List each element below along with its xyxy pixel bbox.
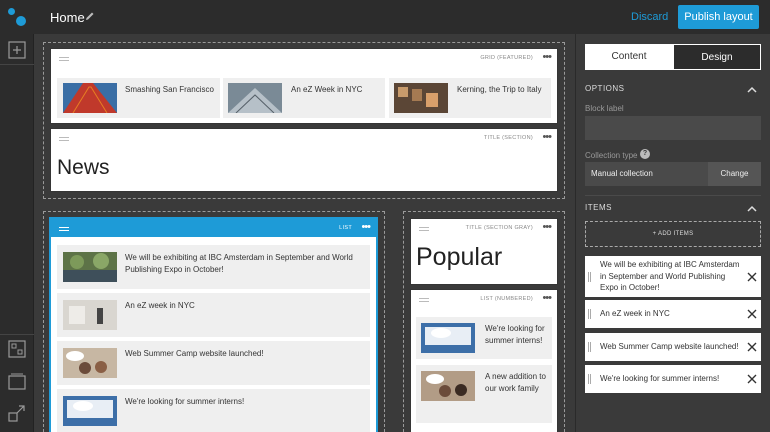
more-options-icon[interactable]: ••• [542, 132, 552, 143]
list-block[interactable]: LIST ••• We will be exhibiting at IBC Am… [51, 219, 376, 432]
add-block-icon[interactable] [8, 41, 26, 59]
list-numbered-block[interactable]: LIST (NUMBERED) ••• We're looking for su… [411, 290, 557, 432]
section-title: Popular [416, 243, 503, 271]
list-item[interactable]: An eZ week in NYC [57, 293, 370, 337]
block-type-label: LIST [339, 225, 352, 231]
grid-card-title: Smashing San Francisco [125, 85, 214, 94]
layers-icon[interactable] [8, 372, 26, 390]
edit-title-icon[interactable] [84, 10, 96, 22]
section-title: News [57, 156, 110, 179]
change-collection-button[interactable]: Change [708, 162, 761, 186]
thumbnail-image [228, 83, 282, 113]
more-options-icon[interactable]: ••• [542, 52, 552, 63]
collection-item-title: An eZ week in NYC [600, 309, 670, 318]
thumbnail-image [63, 252, 117, 282]
block-label-input[interactable] [585, 116, 761, 140]
list-item[interactable]: We will be exhibiting at IBC Amsterdam i… [57, 245, 370, 289]
grid-featured-block[interactable]: GRID (FEATURED) ••• Smashing San Francis… [51, 49, 557, 123]
page-title: Home [50, 10, 85, 25]
list-item[interactable]: A new addition to our work family [416, 365, 552, 423]
tab-content[interactable]: Content [585, 44, 673, 70]
collection-item-title: We will be exhibiting at IBC Amsterdam i… [600, 260, 740, 292]
list-item[interactable]: We're looking for summer interns! [57, 389, 370, 432]
items-section-label: ITEMS [585, 203, 612, 212]
title-section-block[interactable]: TITLE (SECTION) ••• News [51, 129, 557, 191]
list-item-title: A new addition to our work family [485, 372, 546, 393]
list-item-title: We're looking for summer interns! [485, 324, 545, 345]
remove-item-icon[interactable] [747, 374, 757, 384]
top-bar: Home Discard Publish layout [0, 0, 770, 34]
drag-handle[interactable] [419, 298, 429, 302]
help-icon[interactable]: ? [640, 149, 650, 159]
thumbnail-image [63, 348, 117, 378]
thumbnail-image [421, 323, 475, 353]
more-options-icon[interactable]: ••• [542, 222, 552, 233]
drag-handle[interactable] [59, 137, 69, 141]
layout-structure-icon[interactable] [8, 340, 26, 358]
grid-card-title: An eZ Week in NYC [291, 85, 363, 94]
collection-item-title: We're looking for summer interns! [600, 374, 720, 383]
grid-card[interactable]: Kerning, the Trip to Italy [389, 78, 551, 118]
thumbnail-image [421, 371, 475, 401]
collection-item[interactable]: We will be exhibiting at IBC Amsterdam i… [585, 256, 761, 297]
list-item[interactable]: Web Summer Camp website launched! [57, 341, 370, 385]
grid-card[interactable]: An eZ Week in NYC [223, 78, 385, 118]
add-items-button[interactable]: + ADD ITEMS [585, 221, 761, 247]
collection-type-label: Collection type [585, 151, 638, 160]
tab-design[interactable]: Design [673, 44, 761, 70]
list-item[interactable]: We're looking for summer interns! [416, 317, 552, 359]
collection-item[interactable]: An eZ week in NYC [585, 300, 761, 328]
drag-handle[interactable] [59, 57, 69, 61]
block-type-label: GRID (FEATURED) [480, 55, 533, 61]
publish-layout-button[interactable]: Publish layout [678, 5, 759, 29]
remove-item-icon[interactable] [747, 272, 757, 282]
discard-button[interactable]: Discard [631, 11, 668, 23]
title-section-gray-block[interactable]: TITLE (SECTION GRAY) ••• Popular [411, 219, 557, 284]
thumbnail-image [63, 396, 117, 426]
list-item-title: We will be exhibiting at IBC Amsterdam i… [125, 253, 353, 274]
drag-handle[interactable] [59, 227, 69, 231]
grid-card-title: Kerning, the Trip to Italy [457, 85, 542, 94]
list-item-title: An eZ week in NYC [125, 301, 195, 310]
drag-handle[interactable] [588, 374, 591, 384]
thumbnail-image [394, 83, 448, 113]
drag-handle[interactable] [588, 342, 591, 352]
left-sidebar [0, 34, 34, 432]
resize-layout-icon[interactable] [8, 404, 26, 422]
properties-panel: Content Design OPTIONS Block label Colle… [575, 34, 770, 432]
block-type-label: LIST (NUMBERED) [480, 296, 533, 302]
collection-type-value: Manual collection [585, 162, 708, 186]
grid-card[interactable]: Smashing San Francisco [57, 78, 220, 118]
options-section-label: OPTIONS [585, 84, 625, 93]
remove-item-icon[interactable] [747, 309, 757, 319]
collection-item[interactable]: We're looking for summer interns! [585, 365, 761, 393]
collection-item[interactable]: Web Summer Camp website launched! [585, 333, 761, 361]
collection-item-title: Web Summer Camp website launched! [600, 342, 739, 351]
list-item-title: We're looking for summer interns! [125, 397, 245, 406]
more-options-icon[interactable]: ••• [542, 293, 552, 304]
chevron-up-icon[interactable] [747, 86, 757, 94]
block-type-label: TITLE (SECTION GRAY) [465, 225, 533, 231]
more-options-icon[interactable]: ••• [361, 222, 371, 233]
block-label-label: Block label [585, 104, 624, 113]
drag-handle[interactable] [588, 309, 591, 319]
thumbnail-image [63, 83, 117, 113]
drag-handle[interactable] [419, 227, 429, 231]
remove-item-icon[interactable] [747, 342, 757, 352]
drag-handle[interactable] [588, 271, 591, 282]
list-item-title: Web Summer Camp website launched! [125, 349, 264, 358]
thumbnail-image [63, 300, 117, 330]
chevron-up-icon[interactable] [747, 205, 757, 213]
block-type-label: TITLE (SECTION) [483, 135, 533, 141]
app-logo[interactable] [8, 8, 28, 28]
